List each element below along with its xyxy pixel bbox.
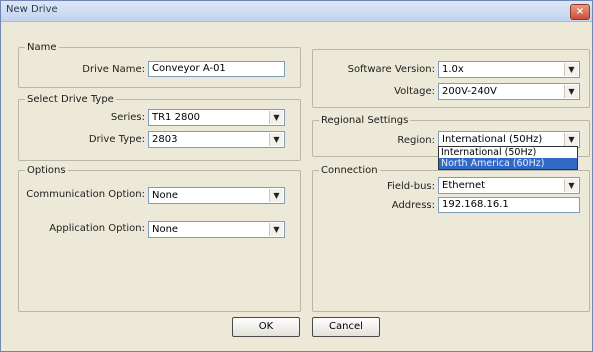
drive-type-group-legend: Select Drive Type xyxy=(27,94,114,105)
drive-name-input[interactable]: Conveyor A-01 xyxy=(148,61,285,77)
new-drive-dialog: New Drive × Name Drive Name: Conveyor A-… xyxy=(0,0,593,352)
window-title: New Drive xyxy=(6,4,58,15)
drive-type-select[interactable]: 2803 ▼ xyxy=(148,131,285,148)
region-option-international[interactable]: International (50Hz) xyxy=(439,147,577,158)
chevron-down-icon[interactable]: ▼ xyxy=(269,189,283,202)
communication-option-label: Communication Option: xyxy=(26,189,145,200)
region-dropdown-list: International (50Hz) North America (60Hz… xyxy=(438,146,578,170)
drive-type-label: Drive Type: xyxy=(88,134,145,145)
chevron-down-icon[interactable]: ▼ xyxy=(564,133,578,146)
region-value: International (50Hz) xyxy=(442,134,543,145)
address-label: Address: xyxy=(391,200,435,211)
chevron-down-icon[interactable]: ▼ xyxy=(269,111,283,124)
series-select[interactable]: TR1 2800 ▼ xyxy=(148,109,285,126)
close-button[interactable]: × xyxy=(570,4,590,20)
fieldbus-select[interactable]: Ethernet ▼ xyxy=(438,177,580,194)
application-option-value: None xyxy=(152,224,179,235)
ok-button[interactable]: OK xyxy=(232,317,300,337)
name-group-legend: Name xyxy=(27,42,57,53)
voltage-select[interactable]: 200V-240V ▼ xyxy=(438,83,580,100)
communication-option-value: None xyxy=(152,190,179,201)
application-option-label: Application Option: xyxy=(49,223,145,234)
chevron-down-icon[interactable]: ▼ xyxy=(564,63,578,76)
region-option-north-america[interactable]: North America (60Hz) xyxy=(439,158,577,169)
voltage-value: 200V-240V xyxy=(442,86,497,97)
region-label: Region: xyxy=(397,135,435,146)
fieldbus-value: Ethernet xyxy=(442,180,486,191)
fieldbus-label: Field-bus: xyxy=(387,181,435,192)
series-value: TR1 2800 xyxy=(152,112,201,123)
chevron-down-icon[interactable]: ▼ xyxy=(564,85,578,98)
software-version-value: 1.0x xyxy=(442,64,464,75)
application-option-select[interactable]: None ▼ xyxy=(148,221,285,238)
connection-group-legend: Connection xyxy=(321,165,378,176)
chevron-down-icon[interactable]: ▼ xyxy=(564,179,578,192)
communication-option-select[interactable]: None ▼ xyxy=(148,187,285,204)
drive-name-label: Drive Name: xyxy=(82,64,145,75)
chevron-down-icon[interactable]: ▼ xyxy=(269,133,283,146)
close-icon: × xyxy=(575,6,585,17)
series-label: Series: xyxy=(110,112,145,123)
software-version-label: Software Version: xyxy=(347,64,435,75)
chevron-down-icon[interactable]: ▼ xyxy=(269,223,283,236)
voltage-label: Voltage: xyxy=(394,86,435,97)
drive-type-value: 2803 xyxy=(152,134,178,145)
address-input[interactable]: 192.168.16.1 xyxy=(438,197,580,213)
drive-type-group: Select Drive Type xyxy=(18,94,301,161)
cancel-button[interactable]: Cancel xyxy=(312,317,380,337)
title-bar[interactable]: New Drive × xyxy=(1,1,592,22)
options-group-legend: Options xyxy=(27,165,66,176)
software-version-select[interactable]: 1.0x ▼ xyxy=(438,61,580,78)
regional-settings-legend: Regional Settings xyxy=(321,115,409,126)
